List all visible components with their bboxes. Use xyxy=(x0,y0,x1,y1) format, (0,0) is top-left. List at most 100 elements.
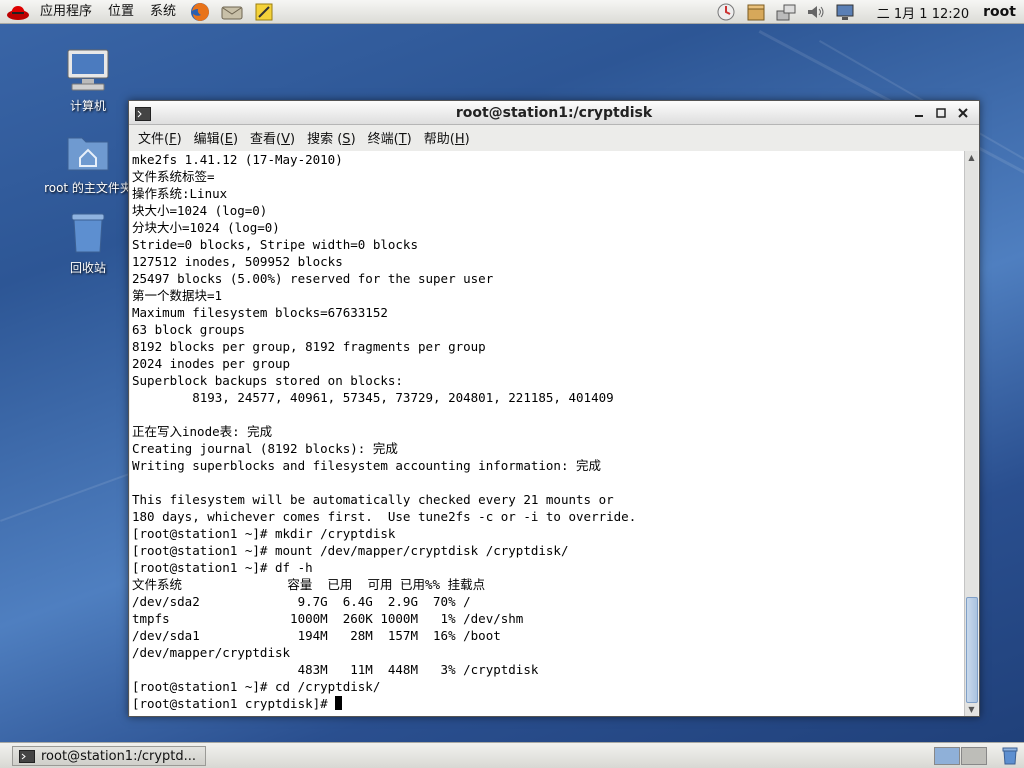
terminal-icon xyxy=(135,106,151,121)
workspace-1[interactable] xyxy=(934,747,960,765)
terminal-line: 483M 11M 448M 3% /cryptdisk xyxy=(132,662,539,677)
terminal-line: 操作系统:Linux xyxy=(132,186,228,201)
workspace-2[interactable] xyxy=(961,747,987,765)
menu-item[interactable]: 文件(F) xyxy=(133,128,187,147)
firefox-icon[interactable] xyxy=(188,1,212,23)
terminal-line: [root@station1 ~]# mkdir /cryptdisk xyxy=(132,526,396,541)
terminal-line: /dev/sda2 9.7G 6.4G 2.9G 70% / xyxy=(132,594,471,609)
redhat-icon[interactable] xyxy=(4,1,32,23)
menu-item[interactable]: 编辑(E) xyxy=(189,128,243,147)
menu-item-accel: T xyxy=(398,131,407,147)
system-tray: 二 1月 1 12:20 root xyxy=(711,0,1024,24)
maximize-button[interactable] xyxy=(931,104,951,122)
menu-item[interactable]: 查看(V) xyxy=(245,128,300,147)
computer-icon xyxy=(64,46,112,94)
notes-icon[interactable] xyxy=(252,1,276,23)
terminal-line: Superblock backups stored on blocks: xyxy=(132,373,403,388)
menu-item-label: ) xyxy=(464,131,470,147)
terminal-line: 8192 blocks per group, 8192 fragments pe… xyxy=(132,339,486,354)
terminal-line: 180 days, whichever comes first. Use tun… xyxy=(132,509,637,524)
desktop-icon-home[interactable]: root 的主文件夹 xyxy=(38,128,138,196)
desktop-icon-trash[interactable]: 回收站 xyxy=(38,208,138,276)
close-button[interactable] xyxy=(953,104,973,122)
terminal-icon xyxy=(19,749,35,763)
terminal-line: /dev/sda1 194M 28M 157M 16% /boot xyxy=(132,628,501,643)
text-cursor xyxy=(335,696,343,710)
terminal-line: mke2fs 1.41.12 (17-May-2010) xyxy=(132,152,343,167)
terminal-prompt: [root@station1 cryptdisk]# xyxy=(132,696,336,711)
terminal-line: Creating journal (8192 blocks): 完成 xyxy=(132,441,398,456)
scroll-down-icon[interactable]: ▼ xyxy=(965,703,978,716)
menu-item-label: 帮助( xyxy=(423,131,455,147)
terminal-line: 正在写入inode表: 完成 xyxy=(132,424,273,439)
terminal-line: 8193, 24577, 40961, 57345, 73729, 204801… xyxy=(132,390,614,405)
terminal-output[interactable]: mke2fs 1.41.12 (17-May-2010) 文件系统标签= 操作系统:… xyxy=(130,151,966,716)
terminal-line: [root@station1 ~]# mount /dev/mapper/cry… xyxy=(132,543,569,558)
network-icon[interactable] xyxy=(774,1,798,23)
window-controls xyxy=(907,104,973,122)
menu-item-accel: V xyxy=(281,131,290,147)
scrollbar-thumb[interactable] xyxy=(966,597,978,703)
desktop-icon-label: 计算机 xyxy=(69,99,106,113)
terminal-line: Writing superblocks and filesystem accou… xyxy=(132,458,602,473)
menu-item-accel: F xyxy=(169,131,177,147)
terminal-text: mke2fs 1.41.12 (17-May-2010) 文件系统标签= 操作系统:… xyxy=(132,151,636,712)
taskbar-label: root@station1:/cryptd... xyxy=(41,748,197,764)
package-icon[interactable] xyxy=(744,1,768,23)
system-menu[interactable]: 系统 xyxy=(142,0,184,24)
places-menu[interactable]: 位置 xyxy=(100,0,142,24)
terminal-prompt-line: [root@station1 cryptdisk]# xyxy=(132,695,636,712)
minimize-button[interactable] xyxy=(909,104,929,122)
desktop-streak xyxy=(0,472,133,522)
menu-item-label: ) xyxy=(176,131,182,147)
terminal-line: 分块大小=1024 (log=0) xyxy=(132,220,280,235)
menu-item-label: ) xyxy=(406,131,412,147)
bottom-panel: root@station1:/cryptd... xyxy=(0,742,1024,768)
desktop-icon-label: root 的主文件夹 xyxy=(44,181,132,195)
trash-icon[interactable] xyxy=(1000,746,1020,766)
menu-item-accel: S xyxy=(342,131,351,147)
terminal-line: 63 block groups xyxy=(132,322,245,337)
terminal-line: [root@station1 ~]# cd /cryptdisk/ xyxy=(132,679,381,694)
menu-item[interactable]: 终端(T) xyxy=(363,128,417,147)
mail-icon[interactable] xyxy=(220,1,244,23)
top-panel: 应用程序 位置 系统 二 1月 1 12:20 root xyxy=(0,0,1024,24)
menu-item-label: 编辑( xyxy=(193,131,225,147)
trash-icon xyxy=(64,208,112,256)
vertical-scrollbar[interactable]: ▲ ▼ xyxy=(964,151,978,716)
display-icon[interactable] xyxy=(834,1,858,23)
terminal-line: 25497 blocks (5.00%) reserved for the su… xyxy=(132,271,494,286)
menu-item-label: 查看( xyxy=(250,131,282,147)
home-folder-icon xyxy=(64,128,112,176)
desktop-icon-computer[interactable]: 计算机 xyxy=(38,46,138,114)
desktop-icon-label: 回收站 xyxy=(69,261,106,275)
terminal-line: [root@station1 ~]# df -h xyxy=(132,560,313,575)
applications-menu[interactable]: 应用程序 xyxy=(32,0,100,24)
window-titlebar[interactable]: root@station1:/cryptdisk xyxy=(129,101,979,125)
terminal-line: Maximum filesystem blocks=67633152 xyxy=(132,305,388,320)
terminal-line: Stride=0 blocks, Stripe width=0 blocks xyxy=(132,237,418,252)
clock[interactable]: 二 1月 1 12:20 xyxy=(877,3,969,22)
taskbar-terminal-button[interactable]: root@station1:/cryptd... xyxy=(12,746,206,766)
volume-icon[interactable] xyxy=(804,1,828,23)
menu-item-label: ) xyxy=(290,131,296,147)
menu-item-accel: E xyxy=(224,131,233,147)
menu-item-label: 搜索 ( xyxy=(307,131,343,147)
menu-item-label: ) xyxy=(232,131,239,147)
user-name[interactable]: root xyxy=(983,4,1016,20)
window-title: root@station1:/cryptdisk xyxy=(455,104,653,121)
terminal-line: This filesystem will be automatically ch… xyxy=(132,492,614,507)
terminal-line: 2024 inodes per group xyxy=(132,356,291,371)
window-menubar: 文件(F) 编辑(E) 查看(V) 搜索 (S) 终端(T) 帮助(H) xyxy=(129,125,979,149)
menu-item-label: ) xyxy=(350,131,356,147)
scroll-up-icon[interactable]: ▲ xyxy=(965,151,978,164)
menu-item[interactable]: 搜索 (S) xyxy=(302,128,361,147)
terminal-window: root@station1:/cryptdisk 文件(F) 编辑(E) 查看(V)… xyxy=(128,100,980,717)
update-icon[interactable] xyxy=(714,1,738,23)
menu-item[interactable]: 帮助(H) xyxy=(419,128,475,147)
terminal-line: 块大小=1024 (log=0) xyxy=(132,203,268,218)
menu-item-label: 终端( xyxy=(367,131,399,147)
terminal-line: 文件系统标签= xyxy=(132,169,215,184)
